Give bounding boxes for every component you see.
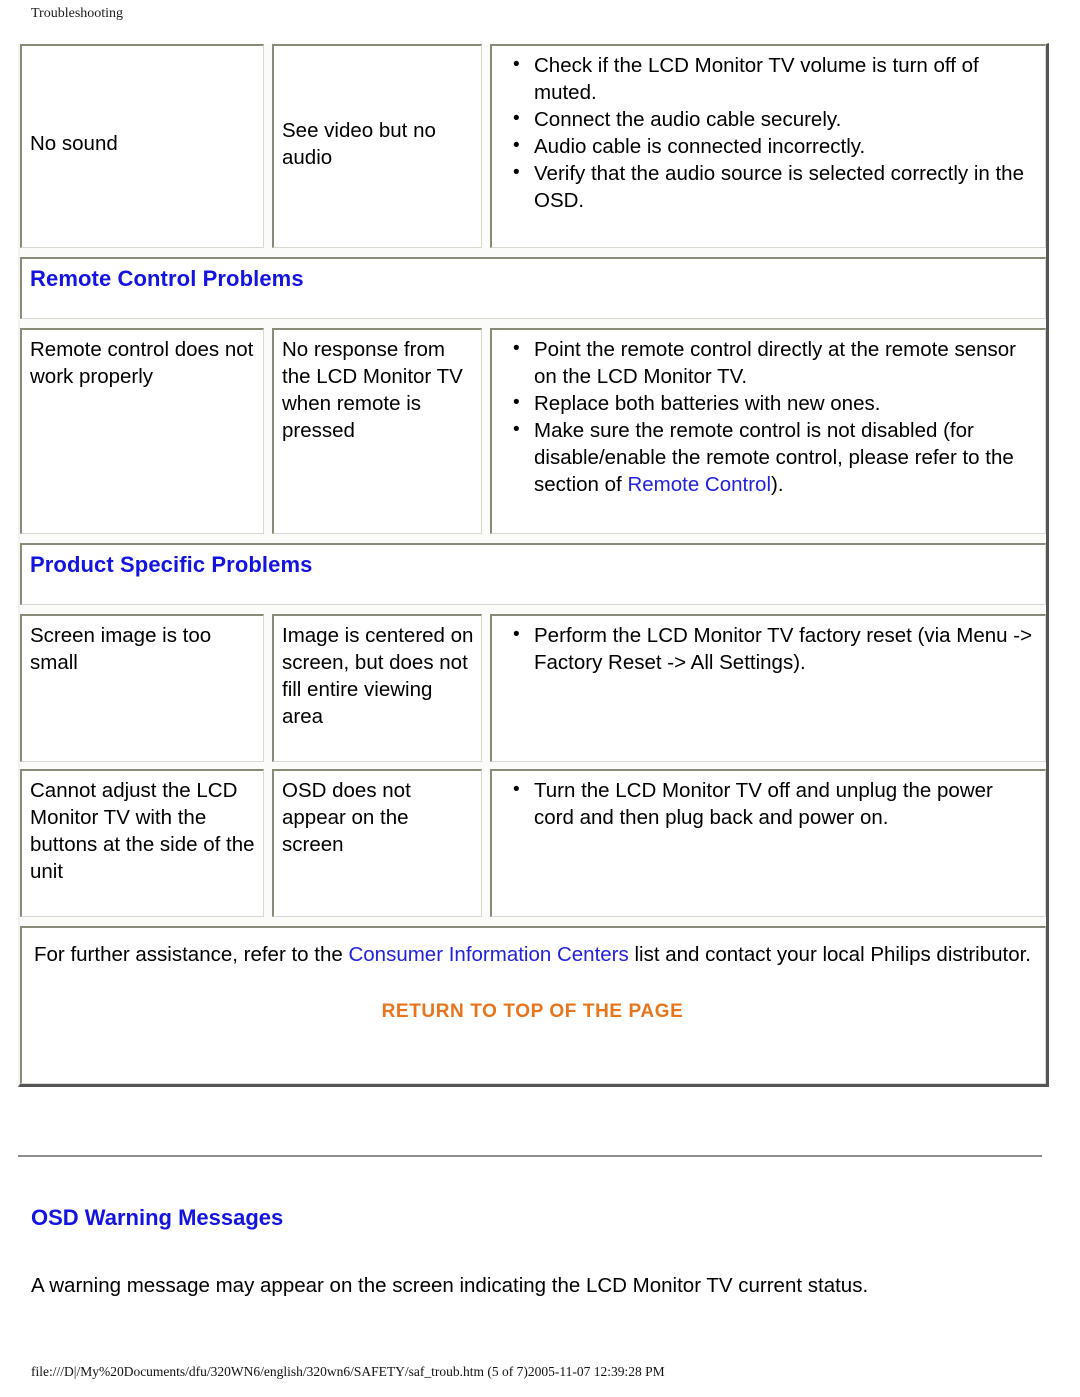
troubleshooting-table-wrapper: No sound See video but no audio Check if…	[18, 43, 1049, 1087]
description-text: No response from the LCD Monitor TV when…	[282, 338, 463, 442]
row-gap	[20, 248, 1046, 257]
solution-list: Perform the LCD Monitor TV factory reset…	[500, 621, 1038, 676]
solution-list: Check if the LCD Monitor TV volume is tu…	[500, 51, 1038, 214]
return-to-top-link[interactable]: RETURN TO TOP OF THE PAGE	[34, 1001, 1031, 1023]
note-pre: For further assistance, refer to the	[34, 943, 349, 966]
table-row: Remote control does not work properly No…	[20, 328, 1046, 534]
list-item-with-link: Make sure the remote control is not disa…	[513, 416, 1038, 498]
troubleshooting-table: No sound See video but no audio Check if…	[18, 43, 1049, 1087]
symptom-text: Cannot adjust the LCD Monitor TV with th…	[30, 779, 255, 883]
section-divider	[18, 1155, 1042, 1159]
solution-cell: Perform the LCD Monitor TV factory reset…	[490, 614, 1046, 762]
solution-cell: Point the remote control directly at the…	[490, 328, 1046, 534]
symptom-cell: Screen image is too small	[20, 614, 264, 762]
symptom-cell: Cannot adjust the LCD Monitor TV with th…	[20, 769, 264, 917]
list-item: Turn the LCD Monitor TV off and unplug t…	[513, 776, 1038, 831]
column-gap	[482, 769, 490, 917]
description-cell: Image is centered on screen, but does no…	[272, 614, 482, 762]
section-heading-product: Product Specific Problems	[30, 552, 313, 577]
assistance-note: For further assistance, refer to the Con…	[34, 938, 1031, 971]
row-gap	[20, 534, 1046, 543]
osd-warning-heading: OSD Warning Messages	[31, 1205, 284, 1230]
note-post: list and contact your local Philips dist…	[628, 943, 1031, 966]
solution-cell: Turn the LCD Monitor TV off and unplug t…	[490, 769, 1046, 917]
list-item: Point the remote control directly at the…	[513, 335, 1038, 390]
list-item-post: ).	[771, 473, 784, 496]
list-item: Replace both batteries with new ones.	[513, 389, 1038, 417]
note-row: For further assistance, refer to the Con…	[20, 926, 1046, 1084]
osd-warning-body: A warning message may appear on the scre…	[31, 1274, 869, 1297]
solution-list: Turn the LCD Monitor TV off and unplug t…	[500, 776, 1038, 831]
solution-list: Point the remote control directly at the…	[500, 335, 1038, 498]
description-text: See video but no audio	[282, 119, 436, 169]
page-footer-path: file:///D|/My%20Documents/dfu/320WN6/eng…	[31, 1364, 665, 1379]
section-heading-cell: Product Specific Problems	[20, 543, 1046, 605]
section-heading-cell: Remote Control Problems	[20, 257, 1046, 319]
section-heading-remote: Remote Control Problems	[30, 266, 304, 291]
row-gap	[20, 319, 1046, 328]
row-gap	[20, 762, 1046, 769]
column-gap	[482, 614, 490, 762]
description-cell: OSD does not appear on the screen	[272, 769, 482, 917]
table-row: Screen image is too small Image is cente…	[20, 614, 1046, 762]
column-gap	[264, 769, 272, 917]
description-cell: See video but no audio	[272, 44, 482, 248]
column-gap	[482, 44, 490, 248]
running-header: Troubleshooting	[31, 6, 124, 21]
list-item: Check if the LCD Monitor TV volume is tu…	[513, 51, 1038, 106]
note-cell: For further assistance, refer to the Con…	[20, 926, 1046, 1084]
solution-cell: Check if the LCD Monitor TV volume is tu…	[490, 44, 1046, 248]
symptom-text: No sound	[30, 132, 118, 155]
description-cell: No response from the LCD Monitor TV when…	[272, 328, 482, 534]
description-text: Image is centered on screen, but does no…	[282, 624, 474, 728]
column-gap	[482, 328, 490, 534]
symptom-cell: No sound	[20, 44, 264, 248]
column-gap	[264, 614, 272, 762]
table-row: No sound See video but no audio Check if…	[20, 44, 1046, 248]
section-heading-row-remote: Remote Control Problems	[20, 257, 1046, 319]
column-gap	[264, 328, 272, 534]
list-item: Verify that the audio source is selected…	[513, 159, 1038, 214]
symptom-cell: Remote control does not work properly	[20, 328, 264, 534]
symptom-text: Screen image is too small	[30, 624, 212, 674]
row-gap	[20, 605, 1046, 614]
section-heading-row-product: Product Specific Problems	[20, 543, 1046, 605]
table-row: Cannot adjust the LCD Monitor TV with th…	[20, 769, 1046, 917]
symptom-text: Remote control does not work properly	[30, 338, 254, 388]
description-text: OSD does not appear on the screen	[282, 779, 411, 856]
list-item: Perform the LCD Monitor TV factory reset…	[513, 621, 1038, 676]
column-gap	[264, 44, 272, 248]
list-item: Audio cable is connected incorrectly.	[513, 132, 1038, 160]
consumer-information-centers-link[interactable]: Consumer Information Centers	[348, 943, 628, 966]
row-gap	[20, 917, 1046, 926]
remote-control-link[interactable]: Remote Control	[627, 473, 771, 496]
list-item: Connect the audio cable securely.	[513, 105, 1038, 133]
